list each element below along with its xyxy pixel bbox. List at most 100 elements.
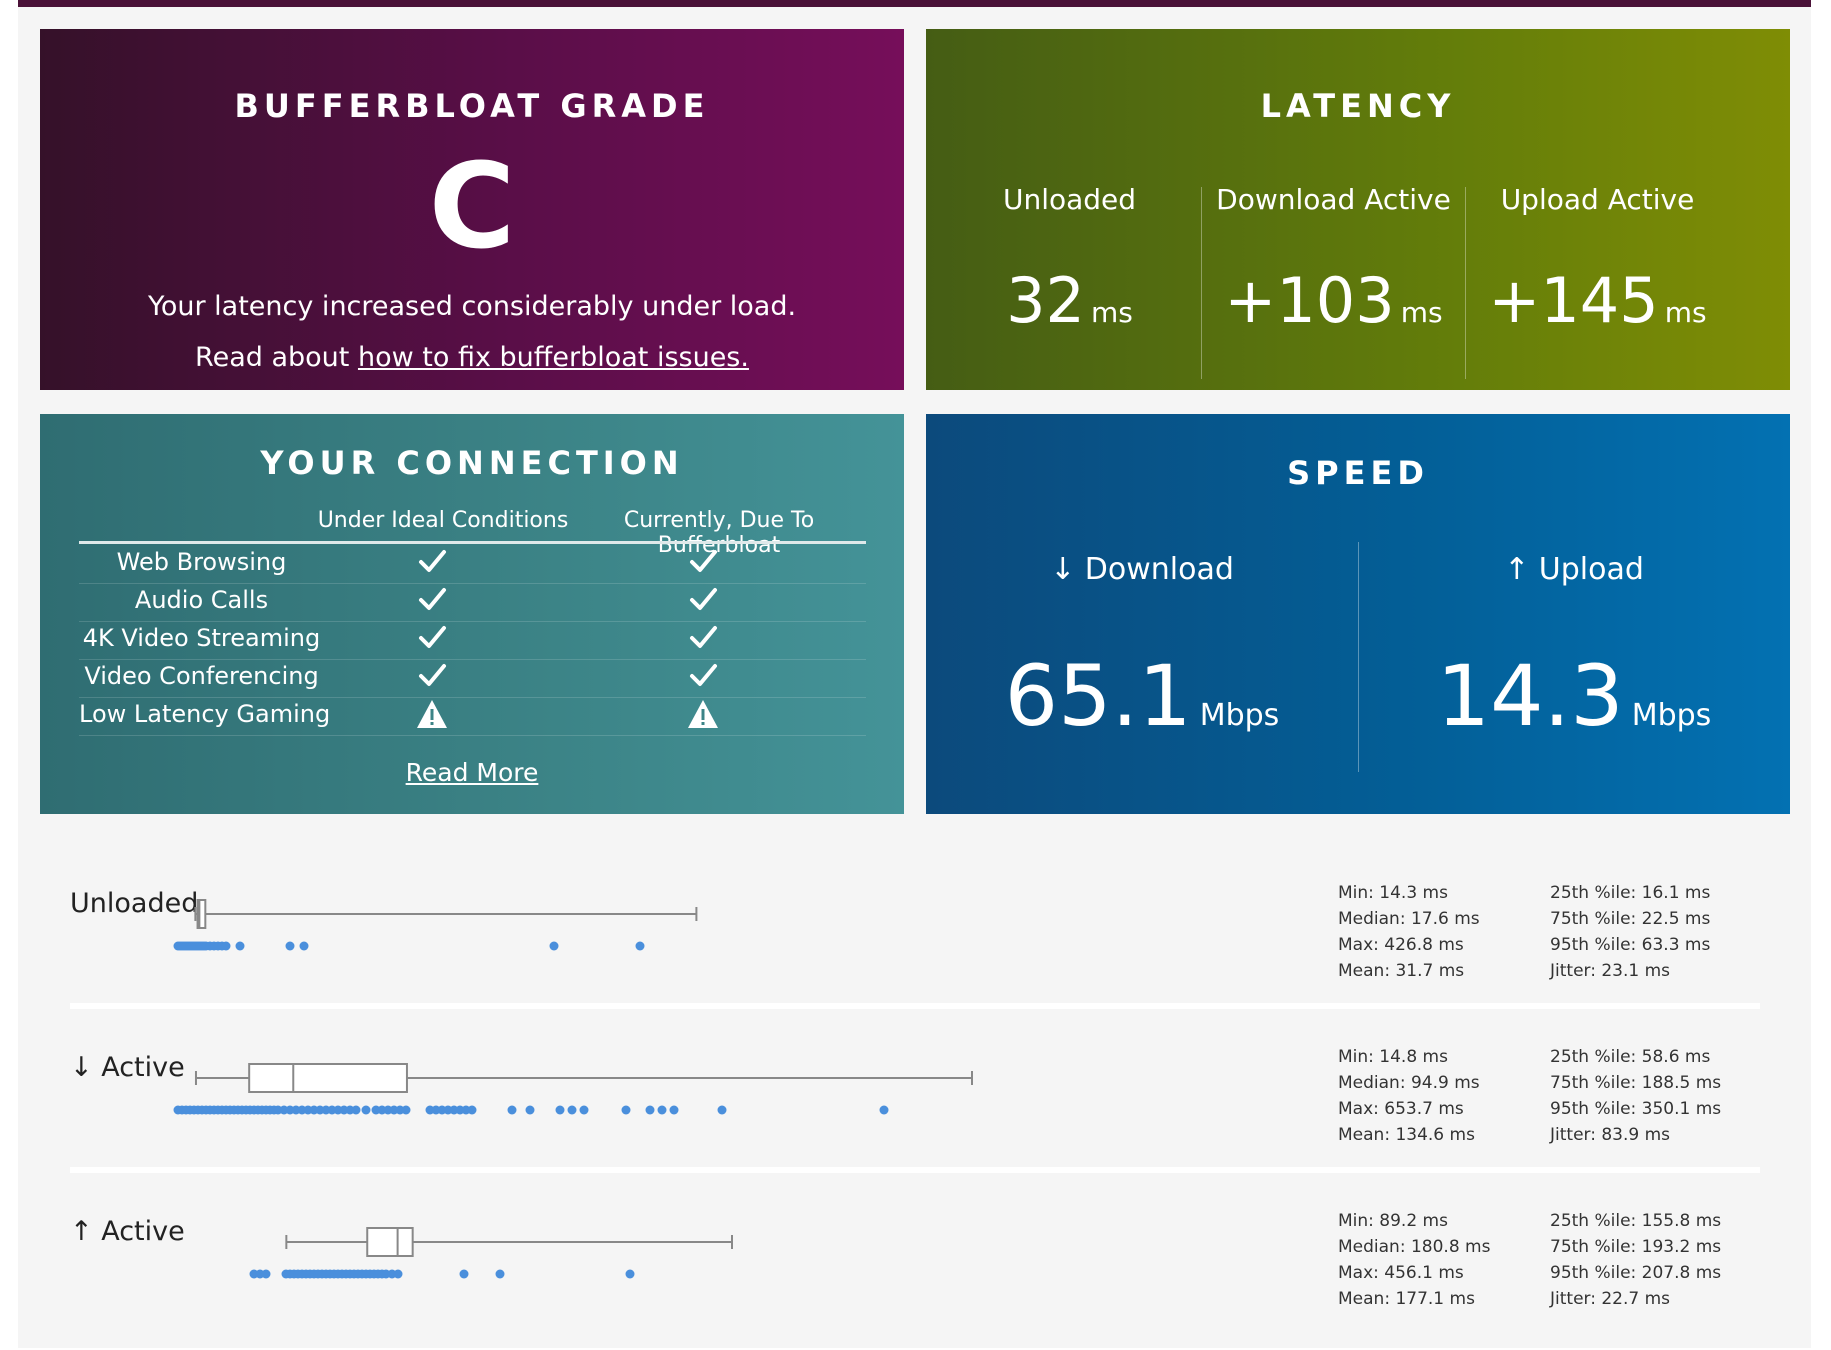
iqr-box (248, 1063, 408, 1093)
latency-unloaded: Unloaded 32 ms (938, 159, 1201, 384)
stat-p25: 25th %ile: 155.8 ms (1550, 1211, 1722, 1231)
connection-row: Video Conferencing (79, 660, 866, 698)
read-more-link[interactable]: Read More (406, 758, 539, 787)
latency-download-active: Download Active +103 ms (1202, 159, 1465, 384)
grade-letter: C (428, 137, 516, 275)
checkmark-icon (678, 546, 728, 580)
sample-point (555, 1105, 565, 1115)
sample-point (525, 1105, 535, 1115)
download-label: ↓ Download (1050, 552, 1234, 587)
checkmark-icon (678, 584, 728, 618)
checkmark-icon (407, 584, 457, 618)
stats-right: 25th %ile: 16.1 ms 75th %ile: 22.5 ms 95… (1550, 880, 1710, 984)
latency-number: 32 (1006, 264, 1086, 337)
sample-point (669, 1105, 679, 1115)
checkmark-icon (407, 622, 457, 656)
stat-min: Min: 89.2 ms (1338, 1211, 1448, 1231)
download-value: 65.1 Mbps (926, 647, 1358, 745)
download-unit: Mbps (1199, 698, 1280, 733)
latency-unit: ms (1400, 296, 1443, 329)
latency-row-unloaded: Unloaded Min: 14.3 ms Median: 17.6 ms Ma… (40, 858, 1790, 1022)
upload-unit: Mbps (1631, 698, 1712, 733)
use-case-name: Web Browsing (116, 548, 287, 576)
stat-mean: Mean: 134.6 ms (1338, 1125, 1475, 1145)
connection-row: Audio Calls (79, 584, 866, 622)
sample-point (285, 941, 295, 951)
checkmark-icon (678, 660, 728, 694)
stats-right: 25th %ile: 155.8 ms 75th %ile: 193.2 ms … (1550, 1208, 1721, 1312)
latency-value: +145 ms (1466, 264, 1729, 337)
latency-unit: ms (1664, 296, 1707, 329)
stat-p75: 75th %ile: 22.5 ms (1550, 909, 1711, 929)
read-more-wrap: Read More (40, 758, 904, 787)
stats-left: Min: 14.3 ms Median: 17.6 ms Max: 426.8 … (1338, 880, 1480, 984)
sample-point (235, 941, 245, 951)
stat-min: Min: 14.8 ms (1338, 1047, 1448, 1067)
speed-card: SPEED ↓ Download 65.1 Mbps ↑ Upload 14.3 M… (926, 414, 1790, 814)
header-divider (79, 541, 866, 544)
stat-jitter: Jitter: 83.9 ms (1550, 1125, 1671, 1145)
stat-p95: 95th %ile: 207.8 ms (1550, 1263, 1722, 1283)
row-separator (70, 1003, 1760, 1009)
boxplot-download-active (173, 1063, 973, 1115)
grade-title: BUFFERBLOAT GRADE (234, 87, 710, 125)
latency-label: Unloaded (1002, 183, 1137, 216)
download-number: 65.1 (1004, 647, 1192, 745)
latency-number: +145 (1488, 264, 1659, 337)
latency-label: Download Active (1216, 183, 1451, 216)
sample-point (361, 1105, 371, 1115)
sample-point (579, 1105, 589, 1115)
checkmark-icon (678, 622, 728, 656)
connection-title: YOUR CONNECTION (260, 444, 684, 482)
sample-point (401, 1105, 411, 1115)
stat-max: Max: 456.1 ms (1338, 1263, 1464, 1283)
sample-point (625, 1269, 635, 1279)
sample-point (635, 941, 645, 951)
stats-right: 25th %ile: 58.6 ms 75th %ile: 188.5 ms 9… (1550, 1044, 1721, 1148)
sample-point (717, 1105, 727, 1115)
sample-point (567, 1105, 577, 1115)
stat-p75: 75th %ile: 193.2 ms (1550, 1237, 1722, 1257)
row-separator (70, 1167, 1760, 1173)
connection-row: Web Browsing (79, 546, 866, 584)
grade-read-about: Read about how to fix bufferbloat issues… (40, 342, 904, 373)
warning-icon (678, 698, 728, 734)
read-about-prefix: Read about (195, 342, 358, 373)
latency-number: +103 (1224, 264, 1395, 337)
use-case-name: Video Conferencing (84, 662, 319, 690)
stat-min: Min: 14.3 ms (1338, 883, 1448, 903)
stat-jitter: Jitter: 22.7 ms (1550, 1289, 1671, 1309)
use-case-name: Audio Calls (134, 586, 269, 614)
fix-bufferbloat-link[interactable]: how to fix bufferbloat issues. (358, 342, 749, 373)
boxplot-upload-active (249, 1227, 733, 1279)
latency-title: LATENCY (1260, 87, 1456, 125)
stat-p95: 95th %ile: 350.1 ms (1550, 1099, 1722, 1119)
grade-description: Your latency increased considerably unde… (147, 291, 797, 322)
your-connection-card: YOUR CONNECTION Under Ideal Conditions C… (40, 414, 904, 814)
upload-value: 14.3 Mbps (1358, 647, 1790, 745)
bufferbloat-grade-card: BUFFERBLOAT GRADE C Your latency increas… (40, 29, 904, 390)
stat-p75: 75th %ile: 188.5 ms (1550, 1073, 1722, 1093)
stats-left: Min: 89.2 ms Median: 180.8 ms Max: 456.1… (1338, 1208, 1490, 1312)
warning-icon (407, 698, 457, 734)
sample-point (549, 941, 559, 951)
latency-value: +103 ms (1202, 264, 1465, 337)
sample-point (299, 941, 309, 951)
connection-row: Low Latency Gaming (79, 698, 866, 736)
stat-mean: Mean: 31.7 ms (1338, 961, 1465, 981)
top-accent-bar (18, 0, 1811, 7)
latency-unit: ms (1091, 296, 1133, 329)
connection-row: 4K Video Streaming (79, 622, 866, 660)
sample-point (221, 941, 231, 951)
stat-p25: 25th %ile: 16.1 ms (1550, 883, 1711, 903)
sample-point (467, 1105, 477, 1115)
sample-point (879, 1105, 889, 1115)
stat-median: Median: 94.9 ms (1338, 1073, 1480, 1093)
stats-left: Min: 14.8 ms Median: 94.9 ms Max: 653.7 … (1338, 1044, 1480, 1148)
checkmark-icon (407, 546, 457, 580)
sample-point (393, 1269, 403, 1279)
sample-point (657, 1105, 667, 1115)
stat-median: Median: 180.8 ms (1338, 1237, 1491, 1257)
sample-point (621, 1105, 631, 1115)
sample-point (261, 1269, 271, 1279)
